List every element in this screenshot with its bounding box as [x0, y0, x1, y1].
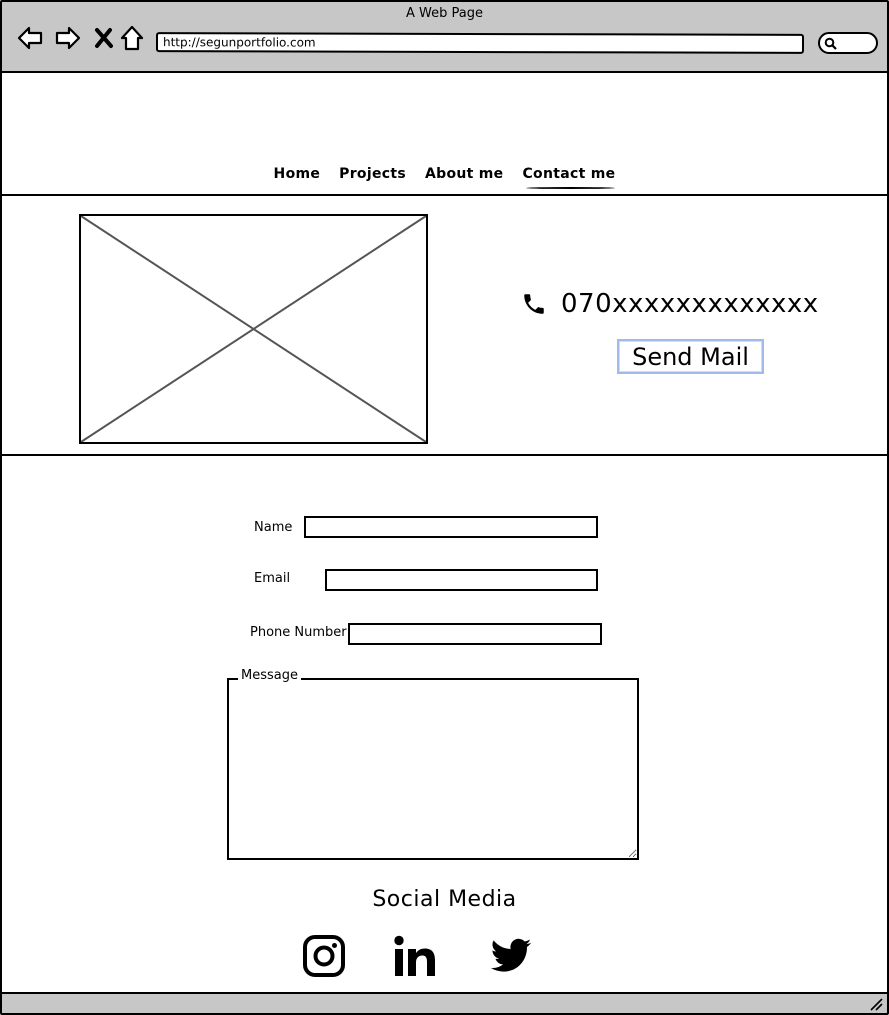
site-header: Home Projects About me Contact me — [2, 75, 887, 196]
back-arrow-icon[interactable] — [16, 24, 44, 52]
phone-icon — [524, 294, 544, 314]
phone-number-field[interactable] — [348, 623, 602, 645]
forward-arrow-icon[interactable] — [54, 24, 82, 52]
browser-search-field[interactable] — [818, 32, 878, 54]
resize-grip-icon[interactable] — [869, 997, 883, 1011]
message-field[interactable] — [227, 678, 639, 860]
home-icon[interactable] — [118, 24, 146, 52]
nav-item-projects[interactable]: Projects — [339, 166, 406, 182]
address-bar[interactable]: http://segunportfolio.com — [155, 32, 805, 54]
message-label: Message — [238, 668, 301, 683]
footer-title: Social Media — [372, 887, 517, 912]
twitter-icon[interactable] — [489, 934, 533, 978]
email-field[interactable] — [325, 569, 598, 591]
nav-item-contact-me[interactable]: Contact me — [522, 166, 616, 189]
instagram-icon[interactable] — [302, 934, 346, 978]
name-label: Name — [254, 520, 293, 535]
main-nav: Home Projects About me Contact me — [2, 166, 887, 189]
phone-number-label: Phone Number — [250, 625, 347, 640]
send-mail-button[interactable]: Send Mail — [617, 339, 764, 374]
close-icon[interactable] — [90, 24, 118, 52]
phone-contact: 070xxxxxxxxxxxxx — [521, 289, 819, 319]
nav-item-home[interactable]: Home — [274, 166, 321, 182]
status-bar — [2, 992, 887, 1013]
linkedin-icon[interactable] — [393, 934, 437, 978]
email-label: Email — [254, 571, 291, 586]
image-placeholder — [79, 214, 428, 444]
browser-window: A Web Page http://segunportfolio.com Hom… — [0, 0, 889, 1015]
phone-number: 070xxxxxxxxxxxxx — [561, 289, 819, 319]
name-field[interactable] — [304, 516, 598, 538]
nav-item-about-me[interactable]: About me — [425, 166, 504, 182]
contact-hero: 070xxxxxxxxxxxxx Send Mail — [2, 196, 887, 456]
search-icon — [824, 37, 837, 50]
window-title: A Web Page — [406, 6, 483, 21]
social-footer: Social Media — [2, 876, 887, 992]
browser-chrome: A Web Page http://segunportfolio.com — [2, 2, 887, 73]
